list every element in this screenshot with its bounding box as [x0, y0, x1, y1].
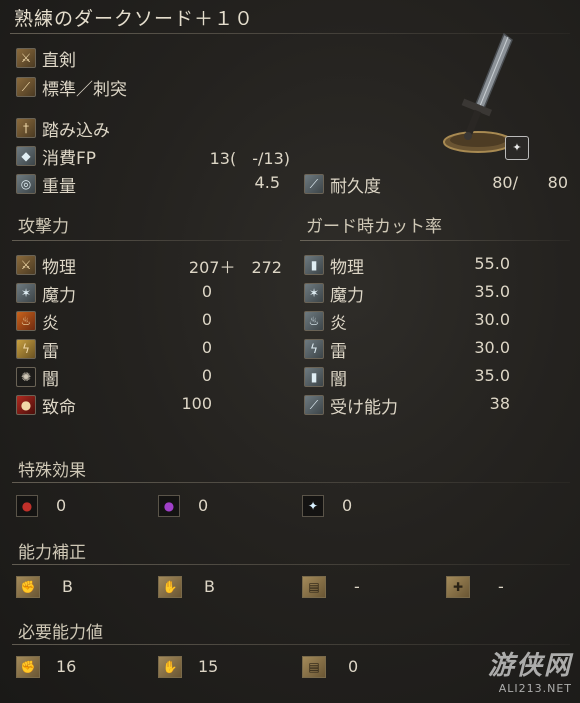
weight-label: 重量 [42, 177, 76, 197]
watermark-logo: 游侠网 [487, 651, 572, 681]
magic-guard-icon: ✶ [304, 283, 324, 303]
faith-icon: ✚ [446, 576, 470, 598]
guard-magic-label: 魔力 [330, 286, 364, 306]
lightning-icon: ϟ [16, 339, 36, 359]
guard-stability-label: 受け能力 [330, 398, 398, 418]
bleed-icon: ● [16, 495, 38, 517]
strength-requirement: 16 [56, 657, 77, 676]
frost-icon: ✦ [302, 495, 324, 517]
intelligence-requirement: 0 [348, 657, 359, 676]
skill-icon: † [16, 118, 36, 138]
attack-magic-value: 0 [201, 282, 212, 301]
scaling-divider [12, 564, 570, 565]
weight-icon: ◎ [16, 174, 36, 194]
dark-icon: ✺ [16, 367, 36, 387]
attack-type-icon: ⟋ [16, 77, 36, 97]
stability-icon: ⟋ [304, 395, 324, 415]
guard-lightning-label: 雷 [330, 342, 347, 362]
fp-label: 消費FP [42, 149, 97, 169]
attack-critical-label: 致命 [42, 398, 76, 418]
fire-guard-icon: ♨ [304, 311, 324, 331]
attack-fire-label: 炎 [42, 314, 59, 334]
strength-req-icon: ✊ [16, 656, 40, 678]
guard-divider [300, 240, 570, 241]
bleed-value: 0 [56, 496, 67, 515]
attack-dark-label: 闇 [42, 370, 59, 390]
intelligence-icon: ▤ [302, 576, 326, 598]
guard-stability-value: 38 [489, 394, 510, 413]
guard-lightning-value: 30.0 [474, 338, 510, 357]
attack-type: 標準／刺突 [42, 80, 127, 100]
physical-guard-icon: ▮ [304, 255, 324, 275]
attack-fire-value: 0 [201, 310, 212, 329]
lightning-guard-icon: ϟ [304, 339, 324, 359]
weapon-skill: 踏み込み [42, 121, 110, 141]
poison-icon: ● [158, 495, 180, 517]
physical-icon: ⚔ [16, 255, 36, 275]
attack-magic-label: 魔力 [42, 286, 76, 306]
weapon-name: 熟練のダークソード＋１０ [14, 8, 255, 30]
dexterity-req-icon: ✋ [158, 656, 182, 678]
magic-icon: ✶ [16, 283, 36, 303]
durability-label: 耐久度 [330, 177, 381, 197]
attack-physical-value: 207＋ 272 [188, 258, 282, 277]
scaling-header: 能力補正 [18, 543, 86, 563]
fire-icon: ♨ [16, 311, 36, 331]
intelligence-scaling: - [354, 577, 360, 596]
attack-physical-label: 物理 [42, 258, 76, 278]
attack-critical-value: 100 [181, 394, 212, 413]
strength-icon: ✊ [16, 576, 40, 598]
fp-value: 13( -/13) [209, 149, 290, 168]
guard-header: ガード時カット率 [306, 217, 442, 237]
attack-dark-value: 0 [201, 366, 212, 385]
watermark-text: ALI213.NET [498, 682, 572, 695]
durability-max: 80 [547, 173, 568, 192]
dexterity-scaling: B [204, 577, 215, 596]
guard-fire-label: 炎 [330, 314, 347, 334]
attack-header: 攻撃力 [18, 217, 69, 237]
equip-slot-icon: ✦ [505, 136, 529, 160]
site-watermark: 游侠网 ALI213.NET [488, 645, 572, 695]
weapon-status-panel: 熟練のダークソード＋１０ ✦ ⚔ 直剣 ⟋ 標準／刺突 † 踏み込み ◆ 消費F… [0, 0, 580, 703]
frost-value: 0 [342, 496, 353, 515]
guard-fire-value: 30.0 [474, 310, 510, 329]
special-divider [12, 482, 570, 483]
guard-dark-value: 35.0 [474, 366, 510, 385]
guard-physical-value: 55.0 [474, 254, 510, 273]
requirements-header: 必要能力値 [18, 623, 103, 643]
guard-physical-label: 物理 [330, 258, 364, 278]
dexterity-requirement: 15 [198, 657, 219, 676]
weight-value: 4.5 [254, 173, 280, 192]
dexterity-icon: ✋ [158, 576, 182, 598]
weapon-type: 直剣 [42, 51, 76, 71]
durability-icon: ⟋ [304, 174, 324, 194]
intelligence-req-icon: ▤ [302, 656, 326, 678]
poison-value: 0 [198, 496, 209, 515]
attack-lightning-label: 雷 [42, 342, 59, 362]
requirements-divider [12, 644, 570, 645]
durability-current: 80/ [492, 173, 518, 192]
special-header: 特殊効果 [18, 461, 86, 481]
faith-scaling: - [498, 577, 504, 596]
attack-lightning-value: 0 [201, 338, 212, 357]
dark-guard-icon: ▮ [304, 367, 324, 387]
fp-icon: ◆ [16, 146, 36, 166]
weapon-type-icon: ⚔ [16, 48, 36, 68]
strength-scaling: B [62, 577, 73, 596]
guard-magic-value: 35.0 [474, 282, 510, 301]
attack-divider [12, 240, 282, 241]
guard-dark-label: 闇 [330, 370, 347, 390]
critical-icon: ● [16, 395, 36, 415]
